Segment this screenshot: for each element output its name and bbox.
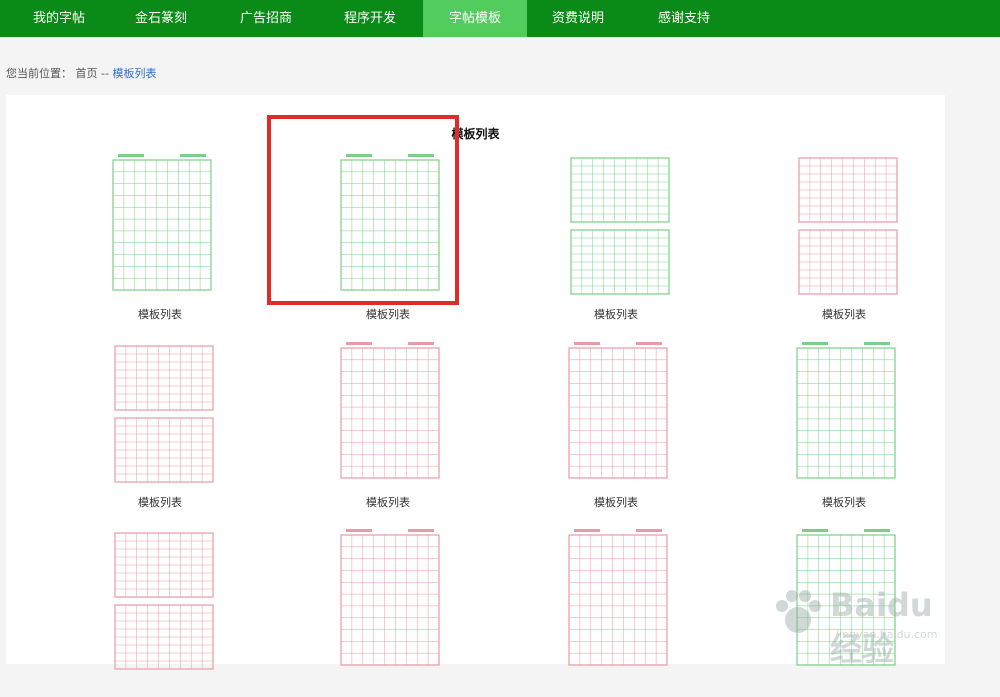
template-caption[interactable]: 模板列表 xyxy=(526,306,706,322)
nav-item-development[interactable]: 程序开发 xyxy=(322,0,418,37)
template-card[interactable]: 模板列表 xyxy=(526,340,706,510)
template-card[interactable]: 模板列表 xyxy=(298,340,478,510)
nav-item-thanks[interactable]: 感谢支持 xyxy=(636,0,732,37)
template-caption[interactable]: 模板列表 xyxy=(70,306,250,322)
template-card[interactable]: 模板列表 xyxy=(754,340,934,510)
template-card[interactable] xyxy=(70,527,250,697)
template-caption[interactable]: 模板列表 xyxy=(298,306,478,322)
template-card[interactable] xyxy=(526,527,706,697)
breadcrumb-separator: -- xyxy=(101,67,109,80)
top-nav: 我的字帖 金石篆刻 广告招商 程序开发 字帖模板 资费说明 感谢支持 xyxy=(0,0,1000,37)
breadcrumb-prefix: 您当前位置： xyxy=(6,67,72,80)
nav-item-my-copybooks[interactable]: 我的字帖 xyxy=(12,0,106,37)
template-card[interactable]: 模板列表 xyxy=(298,152,478,322)
watermark-url: jingyan.baidu.com xyxy=(836,628,938,641)
template-card[interactable]: 模板列表 xyxy=(70,340,250,510)
template-thumbnail[interactable] xyxy=(70,152,250,302)
template-thumbnail[interactable] xyxy=(526,152,706,302)
template-card[interactable]: 模板列表 xyxy=(526,152,706,322)
template-thumbnail[interactable] xyxy=(754,152,934,302)
template-thumbnail[interactable] xyxy=(526,340,706,490)
panel-title: 模板列表 xyxy=(451,127,500,141)
template-thumbnail[interactable] xyxy=(70,340,250,490)
template-thumbnail[interactable] xyxy=(70,527,250,677)
nav-item-templates[interactable]: 字帖模板 xyxy=(423,0,527,37)
baidu-watermark: Baidu经验 jingyan.baidu.com xyxy=(770,586,960,668)
nav-item-pricing[interactable]: 资费说明 xyxy=(530,0,626,37)
template-caption[interactable]: 模板列表 xyxy=(754,306,934,322)
template-thumbnail[interactable] xyxy=(526,527,706,677)
template-thumbnail[interactable] xyxy=(298,152,478,302)
template-caption[interactable]: 模板列表 xyxy=(298,494,478,510)
template-thumbnail[interactable] xyxy=(754,340,934,490)
template-panel: 模板列表 模板列表 模板列表 模板列表 模板列表 模板列表 模板列表 模板列表 模板列表 xyxy=(6,95,945,670)
template-card[interactable] xyxy=(298,527,478,697)
nav-item-advertising[interactable]: 广告招商 xyxy=(218,0,314,37)
breadcrumb-home-link[interactable]: 首页 xyxy=(76,67,98,80)
template-thumbnail[interactable] xyxy=(298,340,478,490)
template-card[interactable]: 模板列表 xyxy=(70,152,250,322)
template-caption[interactable]: 模板列表 xyxy=(526,494,706,510)
breadcrumb-current-link[interactable]: 模板列表 xyxy=(112,67,156,80)
template-caption[interactable]: 模板列表 xyxy=(70,494,250,510)
template-card[interactable]: 模板列表 xyxy=(754,152,934,322)
nav-item-seal-carving[interactable]: 金石篆刻 xyxy=(114,0,208,37)
template-thumbnail[interactable] xyxy=(298,527,478,677)
paw-icon xyxy=(776,590,821,633)
template-caption[interactable]: 模板列表 xyxy=(754,494,934,510)
breadcrumb: 您当前位置： 首页 -- 模板列表 xyxy=(6,65,156,81)
